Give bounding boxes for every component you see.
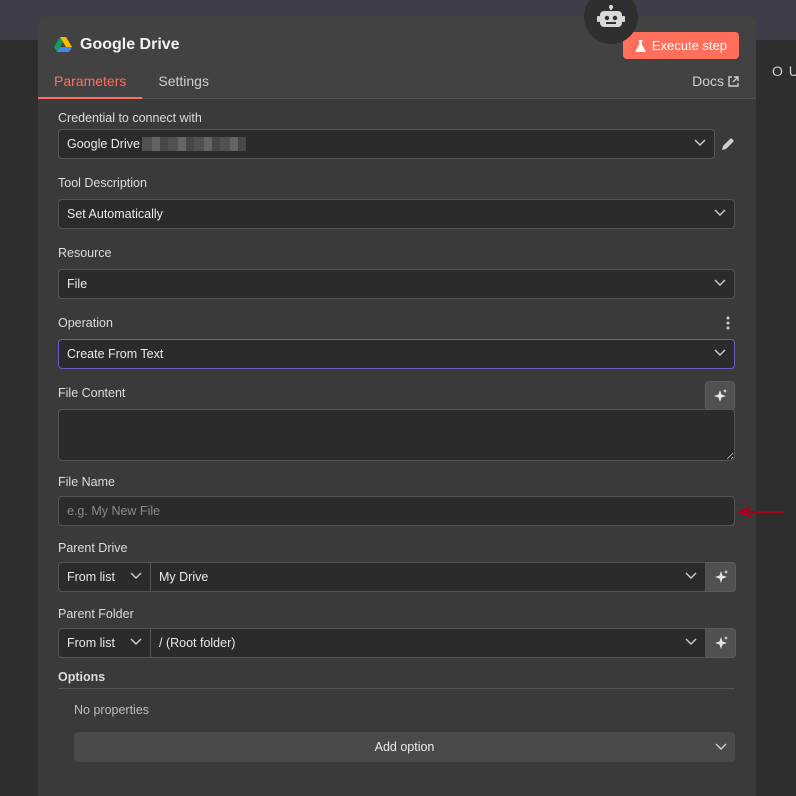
node-title: Google Drive — [54, 36, 180, 54]
pencil-edit-icon[interactable] — [721, 137, 735, 151]
ai-fill-button[interactable] — [706, 628, 736, 658]
parent-drive-value: My Drive — [159, 570, 209, 584]
file-name-input[interactable] — [58, 496, 735, 526]
tab-bar: Parameters Settings — [38, 65, 225, 99]
operation-value: Create From Text — [67, 347, 164, 361]
credential-value: Google Drive — [67, 137, 140, 151]
external-link-icon — [728, 75, 739, 87]
chevron-down-icon — [685, 638, 697, 645]
chevron-down-icon — [130, 572, 142, 579]
operation-label: Operation — [58, 316, 113, 330]
ai-fill-button[interactable] — [705, 381, 735, 411]
tool-description-select[interactable]: Set Automatically — [58, 199, 735, 229]
parent-folder-label: Parent Folder — [58, 607, 134, 621]
panel-header: Google Drive Execute step Parameters Set… — [38, 16, 756, 99]
node-title-text: Google Drive — [80, 36, 180, 53]
resource-value: File — [67, 277, 88, 291]
no-properties-text: No properties — [74, 703, 150, 717]
tab-parameters[interactable]: Parameters — [38, 65, 143, 99]
chevron-down-icon — [714, 209, 726, 216]
google-drive-icon — [54, 37, 72, 52]
file-content-label: File Content — [58, 386, 126, 400]
parent-folder-mode-value: From list — [67, 636, 115, 650]
annotation-arrow-icon — [736, 506, 784, 518]
execute-step-label: Execute step — [651, 38, 727, 53]
parent-folder-select[interactable]: / (Root folder) — [151, 628, 706, 658]
options-heading: Options — [58, 670, 106, 684]
file-content-textarea[interactable] — [58, 409, 735, 461]
credential-select[interactable]: Google Drive — [58, 129, 715, 159]
sparkles-icon — [714, 636, 728, 649]
ai-fill-button[interactable] — [706, 562, 736, 592]
parent-drive-select[interactable]: My Drive — [151, 562, 706, 592]
docs-label: Docs — [692, 73, 724, 89]
chevron-down-icon — [715, 743, 727, 750]
tool-description-label: Tool Description — [58, 176, 147, 190]
tab-settings[interactable]: Settings — [142, 65, 225, 99]
parent-drive-mode-select[interactable]: From list — [58, 562, 151, 592]
parent-folder-locator: From list / (Root folder) — [58, 628, 736, 658]
parent-drive-label: Parent Drive — [58, 541, 128, 555]
chevron-down-icon — [694, 139, 706, 146]
robot-icon — [597, 5, 625, 27]
add-option-label: Add option — [374, 740, 435, 754]
execute-step-button[interactable]: Execute step — [622, 32, 739, 59]
chevron-down-icon — [685, 572, 697, 579]
chevron-down-icon — [714, 349, 726, 356]
parent-folder-mode-select[interactable]: From list — [58, 628, 151, 658]
tool-description-value: Set Automatically — [67, 207, 163, 221]
chevron-down-icon — [714, 279, 726, 286]
parent-drive-mode-value: From list — [67, 570, 115, 584]
docs-link[interactable]: Docs — [692, 73, 739, 89]
flask-icon — [635, 39, 646, 52]
add-option-button[interactable]: Add option — [74, 732, 735, 762]
redacted-account-mask — [141, 137, 246, 151]
operation-select[interactable]: Create From Text — [58, 339, 735, 369]
output-panel-label: O U — [772, 63, 796, 79]
sparkles-icon — [714, 389, 727, 402]
sparkles-icon — [714, 570, 728, 583]
resource-select[interactable]: File — [58, 269, 735, 299]
more-options-icon[interactable] — [726, 316, 730, 330]
credential-label: Credential to connect with — [58, 111, 202, 125]
parent-folder-value: / (Root folder) — [159, 636, 236, 650]
resource-label: Resource — [58, 246, 112, 260]
parent-drive-locator: From list My Drive — [58, 562, 736, 592]
options-divider — [58, 688, 735, 689]
chevron-down-icon — [130, 638, 142, 645]
file-name-label: File Name — [58, 475, 115, 489]
